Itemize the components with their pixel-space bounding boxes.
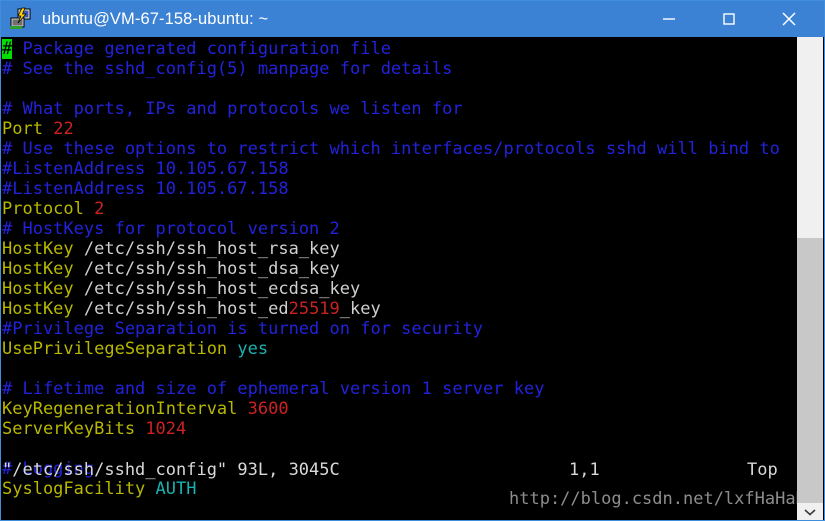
scroll-down-arrow-icon[interactable] bbox=[797, 503, 823, 520]
terminal-text: ServerKeyBits bbox=[2, 419, 136, 439]
terminal-text: HostKey bbox=[2, 279, 74, 299]
terminal-line: #ListenAddress 10.105.67.158 bbox=[2, 179, 798, 199]
terminal-text: 3600 bbox=[247, 399, 289, 419]
terminal-text: 2 bbox=[94, 199, 105, 219]
terminal-text: KeyRegenerationInterval bbox=[2, 399, 238, 419]
terminal-line: Port 22 bbox=[2, 119, 798, 139]
terminal-text: HostKey bbox=[2, 259, 74, 279]
terminal-text: SyslogFacility bbox=[2, 479, 146, 499]
terminal-text: # What ports, IPs and protocols we liste… bbox=[2, 99, 463, 119]
terminal-line: ServerKeyBits 1024 bbox=[2, 419, 798, 439]
putty-icon bbox=[9, 7, 35, 31]
terminal-text: # HostKeys for protocol version 2 bbox=[2, 219, 340, 239]
terminal-text: 25519 bbox=[288, 299, 340, 319]
scrollbar-track[interactable] bbox=[797, 238, 823, 503]
terminal-line: #ListenAddress 10.105.67.158 bbox=[2, 159, 798, 179]
terminal-line: Protocol 2 bbox=[2, 199, 798, 219]
maximize-button[interactable] bbox=[706, 1, 752, 37]
terminal-text: Protocol bbox=[2, 199, 84, 219]
vim-status-message: "/etc/ssh/sshd_config" 93L, 3045C bbox=[2, 460, 340, 480]
terminal-text: #Privilege Separation is turned on for s… bbox=[2, 319, 484, 339]
window-title: ubuntu@VM-67-158-ubuntu: ~ bbox=[42, 10, 269, 28]
vim-scroll-position: Top bbox=[747, 460, 778, 480]
vim-buffer: # Package generated configuration file # … bbox=[2, 39, 798, 499]
terminal-line: # What ports, IPs and protocols we liste… bbox=[2, 99, 798, 119]
minimize-button[interactable] bbox=[646, 1, 692, 37]
terminal-text: _key bbox=[339, 299, 381, 319]
terminal-text: Port bbox=[2, 119, 43, 139]
terminal-text: 22 bbox=[53, 119, 74, 139]
terminal-text: yes bbox=[237, 339, 269, 359]
terminal-line: # HostKeys for protocol version 2 bbox=[2, 219, 798, 239]
terminal-line: HostKey /etc/ssh/ssh_host_ecdsa_key bbox=[2, 279, 798, 299]
terminal-text: /etc/ssh/ssh_host_ecdsa_key bbox=[73, 279, 361, 299]
terminal-text: HostKey bbox=[2, 239, 74, 259]
scrollbar-thumb[interactable] bbox=[797, 37, 823, 238]
terminal-line: HostKey /etc/ssh/ssh_host_ed25519_key bbox=[2, 299, 798, 319]
terminal-text: /etc/ssh/ssh_host_dsa_key bbox=[73, 259, 340, 279]
terminal-line: # See the sshd_config(5) manpage for det… bbox=[2, 59, 798, 79]
terminal-text: /etc/ssh/ssh_host_ed bbox=[73, 299, 289, 319]
terminal-text: # Use these options to restrict which in… bbox=[2, 139, 780, 159]
terminal-line: # Lifetime and size of ephemeral version… bbox=[2, 379, 798, 399]
terminal-text: UsePrivilegeSeparation bbox=[2, 339, 228, 359]
terminal-line: UsePrivilegeSeparation yes bbox=[2, 339, 798, 359]
terminal-cursor: # bbox=[2, 39, 13, 59]
vim-cursor-ruler: 1,1 bbox=[569, 460, 600, 480]
terminal-text: # See the sshd_config(5) manpage for det… bbox=[2, 59, 453, 79]
terminal-text: HostKey bbox=[2, 299, 74, 319]
terminal-line: #Privilege Separation is turned on for s… bbox=[2, 319, 798, 339]
terminal-line: HostKey /etc/ssh/ssh_host_dsa_key bbox=[2, 259, 798, 279]
putty-terminal-window: ubuntu@VM-67-158-ubuntu: ~ # Package gen… bbox=[0, 0, 825, 521]
terminal-text: AUTH bbox=[155, 479, 197, 499]
terminal-line: # Package generated configuration file bbox=[2, 39, 798, 59]
vertical-scrollbar[interactable] bbox=[797, 37, 823, 520]
terminal-line: KeyRegenerationInterval 3600 bbox=[2, 399, 798, 419]
terminal-screen[interactable]: # Package generated configuration file # … bbox=[1, 37, 798, 520]
terminal-text: 1024 bbox=[145, 419, 187, 439]
terminal-line: # Use these options to restrict which in… bbox=[2, 139, 798, 159]
close-button[interactable] bbox=[766, 1, 812, 37]
terminal-text: /etc/ssh/ssh_host_rsa_key bbox=[73, 239, 340, 259]
terminal-text: # Lifetime and size of ephemeral version… bbox=[2, 379, 545, 399]
terminal-text: #ListenAddress 10.105.67.158 bbox=[2, 159, 289, 179]
terminal-line: HostKey /etc/ssh/ssh_host_rsa_key bbox=[2, 239, 798, 259]
terminal-text: #ListenAddress 10.105.67.158 bbox=[2, 179, 289, 199]
terminal-text: Package generated configuration file bbox=[12, 39, 391, 59]
window-titlebar[interactable]: ubuntu@VM-67-158-ubuntu: ~ bbox=[1, 1, 824, 37]
terminal-line: SyslogFacility AUTH bbox=[2, 479, 798, 499]
